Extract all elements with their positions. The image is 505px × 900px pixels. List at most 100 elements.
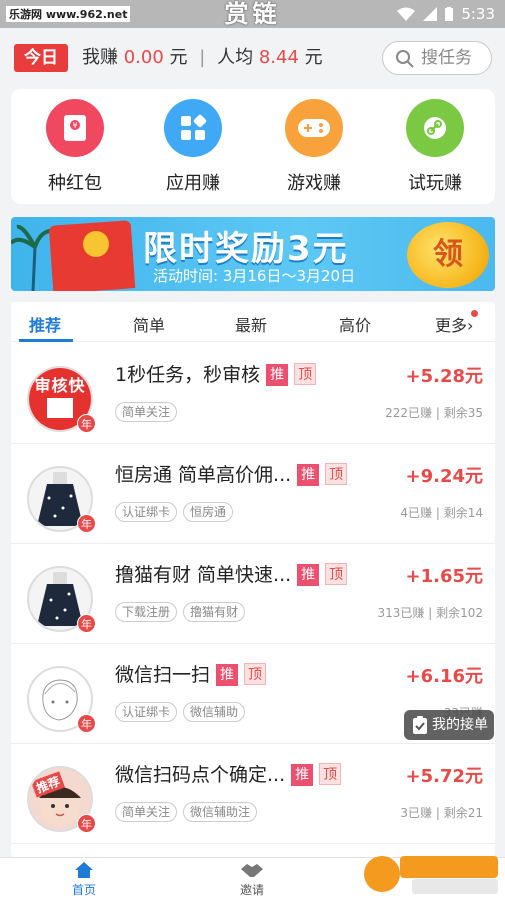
task-tag: 微信辅助注: [183, 802, 258, 822]
tab-more[interactable]: 更多›: [435, 312, 473, 336]
nav-invite[interactable]: 邀请: [222, 861, 282, 898]
task-reward: +5.28元: [405, 366, 484, 387]
top-tag: 顶: [325, 463, 348, 485]
category-red-packet[interactable]: ¥ 种红包: [30, 99, 120, 195]
search-icon: [396, 50, 414, 68]
active-tab-indicator: [19, 339, 73, 342]
red-packet-icon: ¥: [46, 99, 104, 157]
task-tags: 认证绑卡 微信辅助: [115, 702, 246, 722]
recommend-tag: 推: [297, 464, 320, 486]
year-badge: 年: [77, 814, 96, 833]
tab-bar: 推荐 简单 最新 高价 更多›: [11, 302, 495, 342]
task-row[interactable]: 年 撸猫有财 简单快速... 推顶 下载注册 撸猫有财 +1.65元 313已赚 …: [11, 544, 495, 644]
year-badge: 年: [77, 714, 96, 733]
nav-home[interactable]: 首页: [54, 861, 114, 898]
year-badge: 年: [77, 514, 96, 533]
task-tag: 认证绑卡: [115, 502, 178, 522]
gamepad-icon: [285, 99, 343, 157]
status-bar: 乐游网 www.962.net 赏链 5:33: [0, 0, 505, 28]
clock: 5:33: [461, 5, 495, 23]
promo-banner[interactable]: 限时奖励3元 活动时间: 3月16日～3月20日 领: [11, 217, 495, 291]
category-grid: ¥ 种红包 应用赚 游戏赚 试玩赚: [11, 89, 495, 204]
nav-label: 首页: [71, 883, 96, 897]
category-label: 种红包: [48, 173, 102, 194]
tab-latest[interactable]: 最新: [235, 312, 267, 336]
category-trial[interactable]: 试玩赚: [390, 99, 480, 195]
task-row[interactable]: 年 恒房通 简单高价佣... 推顶 认证绑卡 恒房通 +9.24元 4已赚 | 剩…: [11, 444, 495, 544]
task-row[interactable]: 审核快 年 1秒任务，秒审核推顶 简单关注 +5.28元 222已赚 | 剩余3…: [11, 344, 495, 444]
task-reward: +1.65元: [405, 566, 484, 587]
task-title-text: 1秒任务，秒审核: [115, 364, 261, 386]
task-list: 推荐 简单 最新 高价 更多› 审核快 年 1秒任务，秒审核推顶 简单关注 +5…: [11, 302, 495, 857]
coin-graphic: [83, 231, 109, 257]
task-tags: 下载注册 撸猫有财: [115, 602, 246, 622]
task-reward: +9.24元: [405, 466, 484, 487]
svg-text:¥: ¥: [72, 121, 77, 130]
tab-simple[interactable]: 简单: [133, 312, 165, 336]
recommend-tag: 推: [266, 364, 289, 386]
task-title-text: 微信扫码点个确定...: [115, 764, 286, 786]
chevron-right-icon: ›: [467, 316, 474, 335]
signal-icon: [423, 7, 438, 21]
top-tag: 顶: [325, 563, 348, 585]
tab-recommend[interactable]: 推荐: [29, 312, 61, 336]
task-tag: 简单关注: [115, 802, 178, 822]
divider: |: [199, 47, 206, 68]
apps-icon: [164, 99, 222, 157]
task-title-text: 微信扫一扫: [115, 664, 211, 686]
task-tag: 恒房通: [183, 502, 234, 522]
clipboard-check-icon: [413, 716, 427, 734]
task-reward: +6.16元: [405, 666, 484, 687]
task-tag: 简单关注: [115, 402, 178, 422]
home-icon: [75, 862, 93, 878]
avatar-text: 审核快: [34, 376, 86, 395]
top-tag: 顶: [294, 363, 317, 385]
task-tags: 简单关注: [115, 402, 178, 422]
avg-value: 8.44: [258, 47, 299, 68]
category-label: 游戏赚: [287, 173, 341, 194]
search-label: 搜任务: [421, 48, 472, 68]
task-tag: 撸猫有财: [183, 602, 246, 622]
task-tag: 下载注册: [115, 602, 178, 622]
category-label: 应用赚: [166, 173, 220, 194]
claim-button[interactable]: 领: [407, 222, 489, 288]
handshake-icon: [241, 864, 263, 877]
my-earn-label: 我赚: [82, 47, 118, 68]
currency-unit: 元: [169, 47, 188, 68]
task-title-text: 恒房通 简单高价佣...: [115, 464, 292, 486]
tab-high-price[interactable]: 高价: [339, 312, 371, 336]
my-orders-label: 我的接单: [432, 717, 488, 733]
link-icon: [406, 99, 464, 157]
earnings-bar: 今日 我赚 0.00 元 | 人均 8.44 元 搜任务: [0, 28, 505, 86]
top-tag: 顶: [244, 663, 267, 685]
palm-tree-icon: [11, 224, 55, 291]
task-title-text: 撸猫有财 简单快速...: [115, 564, 292, 586]
search-task-button[interactable]: 搜任务: [382, 41, 492, 75]
system-indicators: 5:33: [397, 5, 495, 23]
earnings-summary: 我赚 0.00 元 | 人均 8.44 元: [82, 44, 323, 72]
task-title: 微信扫一扫推顶: [115, 660, 267, 687]
my-orders-button[interactable]: 我的接单: [404, 710, 494, 740]
top-tag: 顶: [319, 763, 342, 785]
banner-title: 限时奖励3元: [143, 229, 349, 269]
task-tag: 微信辅助: [183, 702, 246, 722]
task-stats: 4已赚 | 剩余14: [400, 506, 483, 520]
recommend-tag: 推: [291, 764, 314, 786]
avg-label: 人均: [217, 47, 254, 68]
wifi-icon: [397, 7, 416, 21]
category-games[interactable]: 游戏赚: [269, 99, 359, 195]
currency-unit: 元: [304, 47, 323, 68]
recommend-tag: 推: [216, 664, 239, 686]
task-row[interactable]: 推荐 年 微信扫码点个确定... 推顶 简单关注 微信辅助注 +5.72元 3已赚…: [11, 744, 495, 844]
task-title: 恒房通 简单高价佣... 推顶: [115, 460, 348, 487]
category-apps[interactable]: 应用赚: [148, 99, 238, 195]
my-earn-value: 0.00: [123, 47, 164, 68]
task-tags: 简单关注 微信辅助注: [115, 802, 258, 822]
year-badge: 年: [77, 614, 96, 633]
task-reward: +5.72元: [405, 766, 484, 787]
notification-dot: [471, 310, 478, 317]
nav-label: 邀请: [239, 883, 264, 897]
task-title: 撸猫有财 简单快速... 推顶: [115, 560, 348, 587]
task-stats: 313已赚 | 剩余102: [377, 606, 483, 620]
site-watermark-logo: [364, 856, 498, 894]
